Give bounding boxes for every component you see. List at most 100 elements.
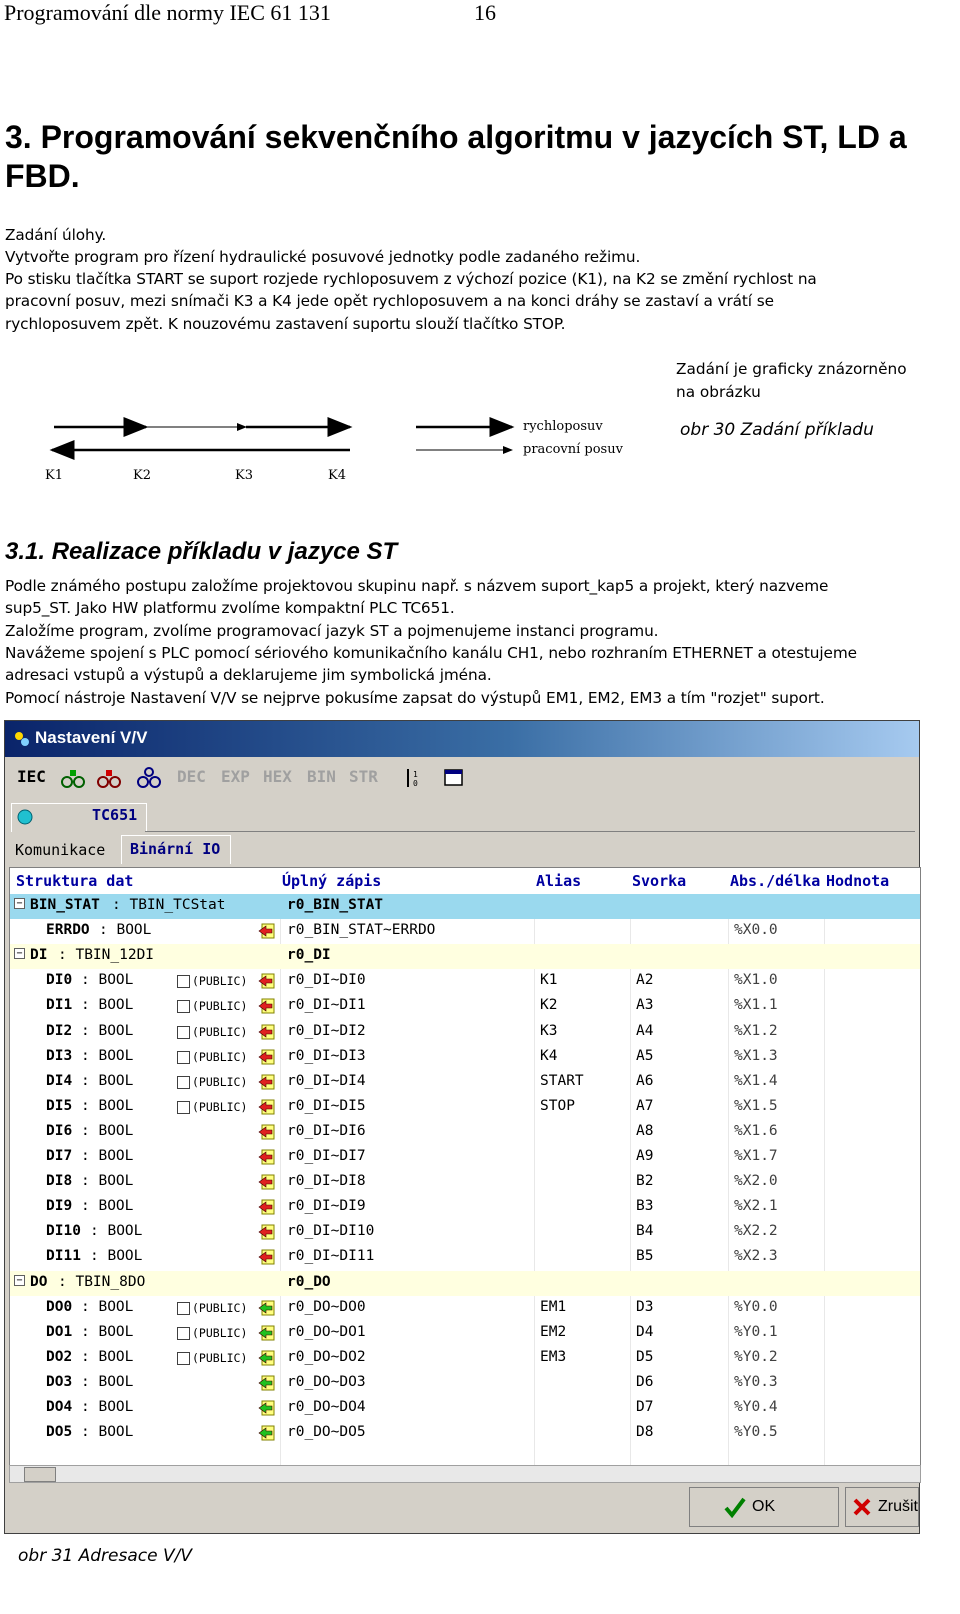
table-row[interactable]: ERRDO: BOOL r0_BIN_STAT~ERRDO %X0.0 bbox=[10, 919, 920, 944]
tab-binary-io[interactable]: Binární IO bbox=[121, 835, 231, 864]
table-row[interactable]: − DI: TBIN_12DI r0_DI bbox=[10, 944, 920, 970]
row-full: r0_DO~DO4 bbox=[287, 1399, 366, 1415]
row-type: : BOOL bbox=[81, 1122, 134, 1139]
public-checkbox[interactable] bbox=[177, 1351, 190, 1365]
row-type: : BOOL bbox=[81, 997, 134, 1014]
table-row[interactable]: DI2: BOOL (PUBLIC) r0_DI~DI2 K3 A4 %X1.2 bbox=[10, 1020, 920, 1045]
col-header[interactable]: Abs./délka bbox=[730, 872, 820, 890]
row-alias[interactable]: STOP bbox=[540, 1098, 575, 1114]
row-terminal: B3 bbox=[636, 1198, 654, 1215]
table-row[interactable]: DI0: BOOL (PUBLIC) r0_DI~DI0 K1 A2 %X1.0 bbox=[10, 969, 920, 994]
row-terminal: D4 bbox=[636, 1323, 654, 1340]
public-checkbox[interactable] bbox=[177, 1050, 190, 1064]
col-header[interactable]: Alias bbox=[536, 872, 581, 890]
cancel-button[interactable]: Zrušit bbox=[845, 1487, 919, 1527]
tab-communication[interactable]: Komunikace bbox=[15, 841, 105, 859]
col-header[interactable]: Struktura dat bbox=[16, 872, 133, 890]
table-row[interactable]: DO4: BOOL r0_DO~DO4 D7 %Y0.4 bbox=[10, 1396, 920, 1421]
connect-icon[interactable] bbox=[61, 767, 85, 789]
public-checkbox[interactable] bbox=[177, 1075, 190, 1089]
figure-note: Zadání je graficky znázorněno na obrázku bbox=[676, 358, 907, 403]
row-alias[interactable]: K4 bbox=[540, 1048, 557, 1064]
table-row[interactable]: DI4: BOOL (PUBLIC) r0_DI~DI4 START A6 %X1.4 bbox=[10, 1070, 920, 1095]
row-alias[interactable]: K3 bbox=[540, 1023, 557, 1039]
exp-button[interactable]: EXP bbox=[221, 767, 250, 786]
row-type: : BOOL bbox=[81, 1323, 134, 1340]
row-alias[interactable]: EM2 bbox=[540, 1324, 566, 1340]
row-name: DO3 bbox=[46, 1373, 73, 1390]
input-arrow-icon bbox=[258, 973, 275, 989]
row-full: r0_DO~DO5 bbox=[287, 1424, 366, 1441]
table-row[interactable]: DO3: BOOL r0_DO~DO3 D6 %Y0.3 bbox=[10, 1371, 920, 1396]
row-alias[interactable]: START bbox=[540, 1073, 584, 1089]
row-type: : BOOL bbox=[81, 1047, 134, 1064]
ok-button[interactable]: OK bbox=[689, 1487, 839, 1527]
public-label: (PUBLIC) bbox=[192, 1074, 248, 1089]
legend-rapid: rychloposuv bbox=[523, 419, 603, 434]
collapse-icon[interactable]: − bbox=[14, 948, 25, 960]
col-header[interactable]: Úplný zápis bbox=[282, 872, 381, 890]
bin-button[interactable]: BIN bbox=[307, 767, 336, 786]
row-address: %X2.1 bbox=[734, 1198, 778, 1215]
collapse-icon[interactable]: − bbox=[14, 898, 25, 909]
scrollbar-thumb[interactable] bbox=[24, 1467, 56, 1482]
row-name: BIN_STAT bbox=[30, 897, 100, 913]
table-row[interactable]: DI11: BOOL r0_DI~DI11 B5 %X2.3 bbox=[10, 1245, 920, 1270]
public-checkbox[interactable] bbox=[177, 1025, 190, 1039]
col-header[interactable]: Hodnota bbox=[826, 872, 889, 890]
table-row[interactable]: − DO: TBIN_8DO r0_DO bbox=[10, 1270, 920, 1296]
table-row[interactable]: DI1: BOOL (PUBLIC) r0_DI~DI1 K2 A3 %X1.1 bbox=[10, 994, 920, 1019]
row-type: : TBIN_TCStat bbox=[112, 897, 226, 913]
table-row[interactable]: DI10: BOOL r0_DI~DI10 B4 %X2.2 bbox=[10, 1220, 920, 1245]
row-alias[interactable]: EM3 bbox=[540, 1349, 566, 1365]
public-checkbox[interactable] bbox=[177, 1326, 190, 1340]
iec-button[interactable]: IEC bbox=[17, 767, 46, 786]
plc-tab[interactable]: TC651 bbox=[11, 803, 147, 832]
header-title: Programování dle normy IEC 61 131 bbox=[4, 0, 331, 25]
row-type: : BOOL bbox=[90, 1248, 143, 1265]
window-titlebar[interactable]: Nastavení V/V bbox=[5, 721, 919, 757]
row-address: %X1.7 bbox=[734, 1148, 778, 1164]
row-alias[interactable]: EM1 bbox=[540, 1299, 566, 1315]
str-button[interactable]: STR bbox=[349, 767, 378, 786]
row-full: r0_DO~DO2 bbox=[287, 1348, 366, 1365]
hex-button[interactable]: HEX bbox=[263, 767, 292, 786]
input-arrow-icon bbox=[258, 1199, 275, 1215]
table-row[interactable]: DI8: BOOL r0_DI~DI8 B2 %X2.0 bbox=[10, 1170, 920, 1195]
col-header[interactable]: Svorka bbox=[632, 872, 686, 890]
table-row[interactable]: DO2: BOOL (PUBLIC) r0_DO~DO2 EM3 D5 %Y0.2 bbox=[10, 1346, 920, 1371]
table-row[interactable]: DI5: BOOL (PUBLIC) r0_DI~DI5 STOP A7 %X1.5 bbox=[10, 1095, 920, 1120]
table-row[interactable]: DO1: BOOL (PUBLIC) r0_DO~DO1 EM2 D4 %Y0.1 bbox=[10, 1321, 920, 1346]
table-row[interactable]: DO5: BOOL r0_DO~DO5 D8 %Y0.5 bbox=[10, 1421, 920, 1446]
row-name: DO2 bbox=[46, 1348, 73, 1365]
row-name: DI5 bbox=[46, 1097, 73, 1114]
row-address: %X2.0 bbox=[734, 1173, 778, 1190]
collapse-icon[interactable]: − bbox=[14, 1274, 25, 1286]
table-row[interactable]: DI6: BOOL r0_DI~DI6 A8 %X1.6 bbox=[10, 1120, 920, 1145]
table-row[interactable]: − BIN_STAT: TBIN_TCStat r0_BIN_STAT bbox=[10, 894, 920, 919]
public-checkbox[interactable] bbox=[177, 975, 190, 989]
public-checkbox[interactable] bbox=[177, 1100, 190, 1114]
table-row[interactable]: DI3: BOOL (PUBLIC) r0_DI~DI3 K4 A5 %X1.3 bbox=[10, 1045, 920, 1070]
row-terminal: A5 bbox=[636, 1047, 654, 1064]
network-icon[interactable] bbox=[137, 767, 161, 789]
row-name: DI3 bbox=[46, 1047, 73, 1064]
row-address: %X1.3 bbox=[734, 1047, 778, 1064]
table-row[interactable]: DO0: BOOL (PUBLIC) r0_DO~DO0 EM1 D3 %Y0.0 bbox=[10, 1296, 920, 1321]
row-address: %Y0.4 bbox=[734, 1399, 778, 1415]
sort-icon[interactable]: 10 bbox=[403, 767, 423, 789]
row-alias[interactable]: K2 bbox=[540, 997, 557, 1013]
row-type: : BOOL bbox=[81, 1399, 134, 1415]
row-name: DI bbox=[30, 947, 48, 964]
disconnect-icon[interactable] bbox=[97, 767, 121, 789]
dec-button[interactable]: DEC bbox=[177, 767, 206, 786]
row-full: r0_DI~DI10 bbox=[287, 1223, 375, 1240]
window-icon[interactable] bbox=[443, 767, 465, 789]
row-full: r0_BIN_STAT~ERRDO bbox=[287, 922, 436, 939]
public-checkbox[interactable] bbox=[177, 1301, 190, 1315]
table-row[interactable]: DI7: BOOL r0_DI~DI7 A9 %X1.7 bbox=[10, 1145, 920, 1170]
horizontal-scrollbar[interactable] bbox=[9, 1465, 921, 1483]
public-checkbox[interactable] bbox=[177, 1000, 190, 1014]
table-row[interactable]: DI9: BOOL r0_DI~DI9 B3 %X2.1 bbox=[10, 1195, 920, 1220]
row-alias[interactable]: K1 bbox=[540, 972, 557, 988]
